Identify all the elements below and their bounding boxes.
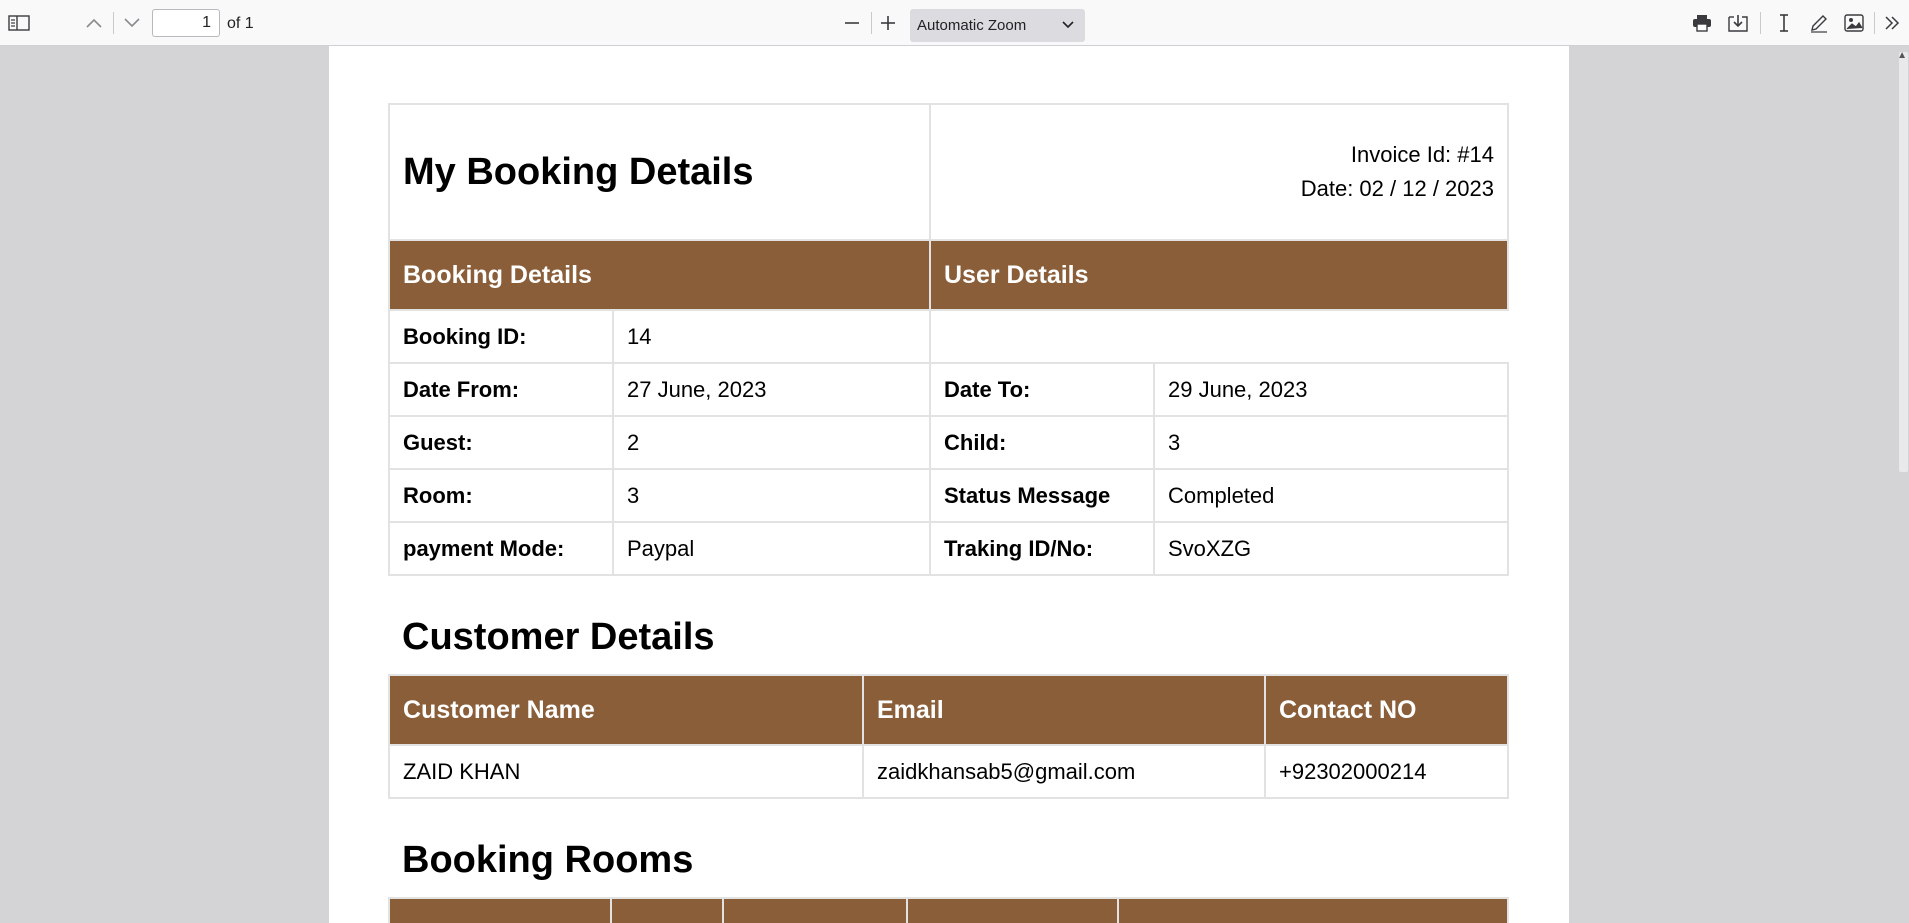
toolbar-divider	[113, 12, 114, 34]
invoice-date: Date: 02 / 12 / 2023	[1300, 176, 1494, 201]
booking-rooms-heading: Booking Rooms	[402, 839, 694, 881]
table-row: Booking ID: 14	[388, 309, 1508, 364]
child-value: 3	[1153, 415, 1509, 470]
date-to-value: 29 June, 2023	[1153, 362, 1509, 417]
scrollbar-thumb[interactable]	[1899, 52, 1908, 472]
rooms-column-header	[906, 897, 1119, 923]
toolbar-divider	[871, 12, 872, 34]
payment-mode-value: Paypal	[612, 521, 931, 576]
image-icon	[1844, 14, 1864, 32]
rooms-column-header	[610, 897, 724, 923]
room-label: Room:	[388, 468, 614, 523]
booking-details-header: Booking Details	[388, 239, 931, 311]
guest-value: 2	[612, 415, 931, 470]
booking-details-table: Booking Details User Details Booking ID:…	[388, 239, 1509, 576]
zoom-in-button[interactable]	[874, 9, 902, 37]
chevron-down-icon	[124, 18, 140, 28]
sidebar-toggle-button[interactable]	[5, 9, 33, 37]
date-from-label: Date From:	[388, 362, 614, 417]
chevron-down-icon	[1062, 21, 1074, 29]
print-button[interactable]	[1688, 9, 1716, 37]
minus-icon	[845, 22, 859, 24]
rooms-column-header	[1117, 897, 1509, 923]
text-cursor-icon	[1780, 14, 1788, 32]
email-column-header: Email	[862, 674, 1266, 746]
zoom-out-button[interactable]	[838, 9, 866, 37]
table-row: ZAID KHAN zaidkhansab5@gmail.com +923020…	[388, 744, 1509, 799]
page-count-label: of 1	[227, 15, 254, 32]
customer-details-table: Customer Name Email Contact NO ZAID KHAN…	[388, 674, 1509, 799]
scroll-up-arrow-icon[interactable]: ▲	[1897, 50, 1907, 61]
user-details-header: User Details	[929, 239, 1509, 311]
booking-id-value: 14	[612, 309, 931, 364]
download-icon	[1728, 15, 1748, 32]
table-row: payment Mode: Paypal Traking ID/No: SvoX…	[388, 521, 1509, 576]
image-tool-button[interactable]	[1840, 9, 1868, 37]
child-label: Child:	[929, 415, 1155, 470]
date-to-label: Date To:	[929, 362, 1155, 417]
pdf-page: My Booking Details Invoice Id: #14 Date:…	[329, 46, 1569, 923]
previous-page-button[interactable]	[80, 9, 108, 37]
invoice-id: Invoice Id: #14	[1350, 142, 1494, 167]
contact-column-header: Contact NO	[1264, 674, 1509, 746]
email-value: zaidkhansab5@gmail.com	[862, 744, 1266, 799]
tracking-id-label: Traking ID/No:	[929, 521, 1155, 576]
printer-icon	[1693, 15, 1711, 32]
zoom-select[interactable]: Automatic Zoom	[910, 9, 1085, 42]
pencil-icon	[1811, 15, 1827, 33]
empty-cell	[929, 309, 1508, 364]
table-row: Date From: 27 June, 2023 Date To: 29 Jun…	[388, 362, 1509, 417]
customer-name-value: ZAID KHAN	[388, 744, 864, 799]
sidebar-icon	[8, 15, 30, 31]
document-viewer[interactable]: My Booking Details Invoice Id: #14 Date:…	[0, 46, 1909, 923]
toolbar-divider	[1874, 12, 1875, 34]
toolbar-divider	[1760, 12, 1761, 34]
invoice-header-table: My Booking Details Invoice Id: #14 Date:…	[388, 103, 1509, 241]
guest-label: Guest:	[388, 415, 614, 470]
rooms-column-header	[722, 897, 908, 923]
draw-tool-button[interactable]	[1805, 9, 1833, 37]
pdf-toolbar: of 1 Automatic Zoom	[0, 0, 1909, 46]
invoice-info-cell: Invoice Id: #14 Date: 02 / 12 / 2023	[929, 103, 1509, 241]
tools-menu-button[interactable]	[1878, 9, 1906, 37]
status-label: Status Message	[929, 468, 1155, 523]
contact-value: +92302000214	[1264, 744, 1509, 799]
zoom-select-label: Automatic Zoom	[917, 17, 1027, 34]
rooms-column-header	[388, 897, 612, 923]
table-row: Room: 3 Status Message Completed	[388, 468, 1509, 523]
page-number-input[interactable]	[152, 9, 220, 37]
booking-id-label: Booking ID:	[388, 309, 614, 364]
plus-icon	[881, 16, 895, 30]
vertical-scrollbar[interactable]: ▲	[1896, 46, 1909, 923]
tracking-id-value: SvoXZG	[1153, 521, 1509, 576]
customer-details-heading: Customer Details	[402, 616, 715, 658]
room-value: 3	[612, 468, 931, 523]
table-row: Guest: 2 Child: 3	[388, 415, 1509, 470]
date-from-value: 27 June, 2023	[612, 362, 931, 417]
double-chevron-right-icon	[1885, 16, 1900, 30]
page-title: My Booking Details	[403, 150, 754, 193]
next-page-button[interactable]	[118, 9, 146, 37]
payment-mode-label: payment Mode:	[388, 521, 614, 576]
title-cell: My Booking Details	[388, 103, 931, 241]
booking-rooms-table	[388, 897, 1509, 923]
text-tool-button[interactable]	[1770, 9, 1798, 37]
status-value: Completed	[1153, 468, 1509, 523]
chevron-up-icon	[86, 18, 102, 28]
customer-name-column-header: Customer Name	[388, 674, 864, 746]
save-button[interactable]	[1724, 9, 1752, 37]
